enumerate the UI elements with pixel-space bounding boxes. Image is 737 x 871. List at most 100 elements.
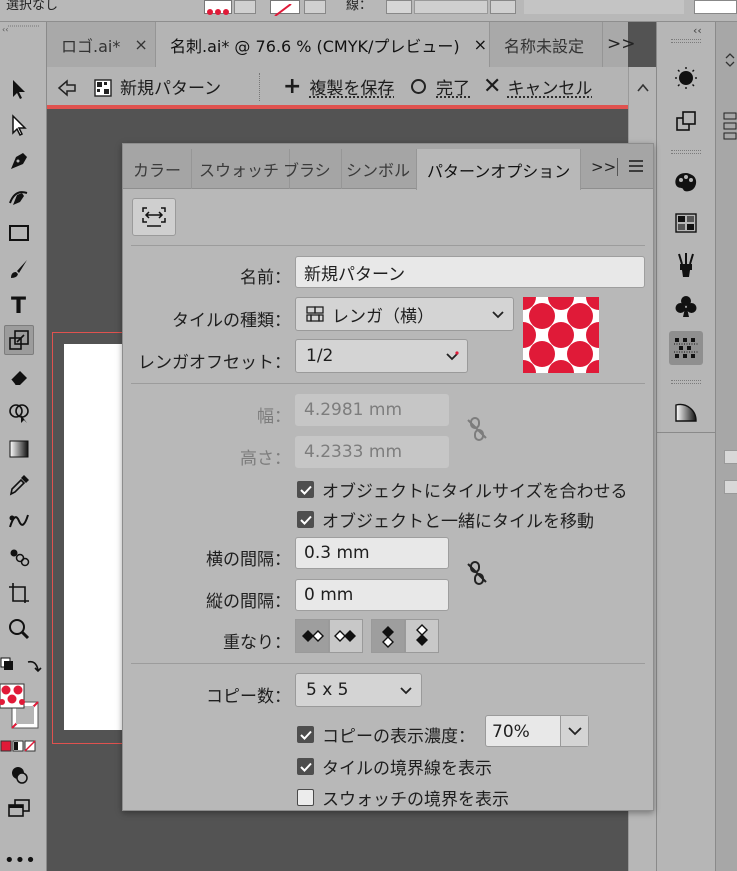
- plus-icon: +: [283, 74, 301, 99]
- v-spacing-field[interactable]: 0 mm: [295, 579, 449, 611]
- dock-grip[interactable]: [671, 150, 701, 154]
- h-spacing-field[interactable]: 0.3 mm: [295, 537, 449, 569]
- dock-grip[interactable]: [671, 39, 701, 43]
- eyedropper-tool-icon[interactable]: [4, 470, 34, 500]
- style-field[interactable]: [524, 0, 684, 14]
- fill-dropdown[interactable]: [234, 0, 256, 14]
- brick-offset-value: 1/2: [306, 346, 333, 366]
- artboard-tool-icon[interactable]: [4, 578, 34, 608]
- pattern-name-field[interactable]: 新規パターン: [295, 256, 645, 288]
- color-mode-buttons[interactable]: [0, 738, 40, 752]
- done-button[interactable]: 完了: [411, 74, 470, 99]
- link-spacing-icon[interactable]: [464, 560, 490, 586]
- pen-tool-icon[interactable]: [4, 146, 34, 176]
- pattern-options-panel-icon[interactable]: [669, 331, 703, 365]
- scroll-up-icon[interactable]: [637, 77, 649, 89]
- curvature-tool-icon[interactable]: [4, 182, 34, 212]
- fill-swatch[interactable]: [204, 0, 232, 14]
- tile-width-field[interactable]: 4.2981 mm: [295, 394, 449, 426]
- tab-brushes[interactable]: ブラシ: [273, 149, 342, 189]
- dim-copies-checkbox[interactable]: コピーの表示濃度：: [297, 722, 475, 747]
- collapse-dock-icon[interactable]: ‹‹: [693, 24, 702, 37]
- link-size-icon[interactable]: [464, 416, 490, 442]
- artboard[interactable]: [64, 344, 124, 730]
- stroke-weight-field[interactable]: [414, 0, 488, 14]
- tabs-overflow-button[interactable]: >>: [607, 34, 636, 54]
- h-spacing-label: 横の間隔：: [206, 545, 291, 570]
- checkbox[interactable]: [724, 450, 737, 464]
- swatches-panel-icon[interactable]: [669, 206, 703, 240]
- align-icon[interactable]: [722, 110, 737, 146]
- show-swatch-bounds-checkbox[interactable]: スウォッチの境界を表示: [297, 785, 509, 810]
- show-tile-edge-checkbox[interactable]: タイルの境界線を表示: [297, 754, 492, 779]
- fit-tile-checkbox[interactable]: オブジェクトにタイルサイズを合わせる: [297, 477, 628, 502]
- eraser-tool-icon[interactable]: [4, 362, 34, 392]
- color-guide-palette-icon[interactable]: [669, 165, 703, 199]
- cancel-button[interactable]: ✕ キャンセル: [483, 74, 592, 99]
- close-icon[interactable]: ×: [134, 35, 147, 54]
- tab-symbols[interactable]: シンボル: [336, 149, 421, 189]
- move-tile-checkbox[interactable]: オブジェクトと一緒にタイルを移動: [297, 507, 594, 532]
- scale-tool-icon[interactable]: [4, 325, 34, 355]
- dock-grip[interactable]: [671, 380, 701, 384]
- back-arrow-icon[interactable]: [57, 78, 77, 98]
- divider: [131, 383, 645, 384]
- stepper-arrows-icon[interactable]: [724, 52, 736, 66]
- close-icon[interactable]: ×: [474, 35, 487, 54]
- selection-tool-icon[interactable]: [4, 74, 34, 104]
- tile-height-field[interactable]: 4.2333 mm: [295, 436, 449, 468]
- tab-logo[interactable]: ロゴ.ai* ×: [47, 22, 156, 67]
- fill-stroke-swatch[interactable]: [0, 682, 44, 732]
- save-copy-button[interactable]: + 複製を保存: [283, 74, 394, 99]
- type-tool-icon[interactable]: T: [4, 290, 34, 320]
- transform-panel-icon[interactable]: [669, 104, 703, 138]
- screen-mode-icon[interactable]: [4, 794, 34, 824]
- tab-pattern-options[interactable]: パターンオプション: [416, 149, 581, 190]
- draw-mode-icon[interactable]: [4, 760, 34, 790]
- overlap-bottom-in-front-button[interactable]: [405, 619, 439, 653]
- stroke-swatch[interactable]: [270, 0, 300, 14]
- cancel-x-icon: ✕: [483, 74, 501, 99]
- brushes-panel-icon[interactable]: [669, 248, 703, 282]
- pattern-tile-preview: [523, 297, 599, 373]
- stroke-weight-stepper[interactable]: [386, 0, 412, 14]
- save-copy-label: 複製を保存: [309, 74, 394, 99]
- overlap-left-in-front-button[interactable]: [295, 619, 329, 653]
- stroke-dropdown[interactable]: [304, 0, 326, 14]
- panel-menu-icon[interactable]: [627, 158, 645, 174]
- blend-tool-icon[interactable]: [4, 506, 34, 536]
- checkbox[interactable]: [724, 480, 737, 494]
- symbol-sprayer-tool-icon[interactable]: [4, 542, 34, 572]
- tile-type-dropdown[interactable]: レンガ（横）: [295, 297, 514, 331]
- paintbrush-tool-icon[interactable]: [4, 254, 34, 284]
- copies-dropdown[interactable]: 5 x 5: [295, 673, 422, 707]
- more-tools-icon[interactable]: •••: [4, 850, 36, 871]
- fit-tile-label: オブジェクトにタイルサイズを合わせる: [322, 477, 628, 502]
- pattern-tile-tool-button[interactable]: [132, 198, 176, 236]
- pattern-tile-tool-icon: [141, 206, 167, 228]
- zoom-tool-icon[interactable]: [4, 614, 34, 644]
- tab-color[interactable]: カラー: [123, 149, 192, 189]
- rectangle-tool-icon[interactable]: [4, 218, 34, 248]
- gradient-tool-icon[interactable]: [4, 434, 34, 464]
- overlap-right-in-front-button[interactable]: [329, 619, 363, 653]
- tile-type-value: レンガ（横）: [332, 302, 434, 327]
- dim-copies-combo[interactable]: 70%: [485, 715, 589, 747]
- brick-offset-dropdown[interactable]: 1/2: [295, 339, 468, 373]
- panel-tabs-overflow[interactable]: >>: [591, 158, 616, 176]
- overlap-top-in-front-button[interactable]: [371, 619, 405, 653]
- appearance-panel-icon[interactable]: [669, 61, 703, 95]
- symbols-club-icon[interactable]: [669, 289, 703, 323]
- shape-builder-tool-icon[interactable]: [4, 398, 34, 428]
- overlap-top-front-icon: [379, 624, 397, 648]
- copies-value: 5 x 5: [306, 680, 349, 700]
- default-colors-swap-icon[interactable]: [0, 656, 44, 678]
- tab-business-card[interactable]: 名刺.ai* @ 76.6 % (CMYK/プレビュー) ×: [156, 22, 490, 67]
- dim-copies-dropdown-button[interactable]: [560, 716, 588, 746]
- gradient-panel-icon[interactable]: [669, 395, 703, 429]
- opacity-field[interactable]: [694, 0, 737, 14]
- toolbar-grip[interactable]: ‹‹: [0, 24, 47, 34]
- tab-untitled[interactable]: 名称未設定: [490, 22, 603, 67]
- stroke-weight-dropdown[interactable]: [490, 0, 516, 14]
- direct-selection-tool-icon[interactable]: [4, 110, 34, 140]
